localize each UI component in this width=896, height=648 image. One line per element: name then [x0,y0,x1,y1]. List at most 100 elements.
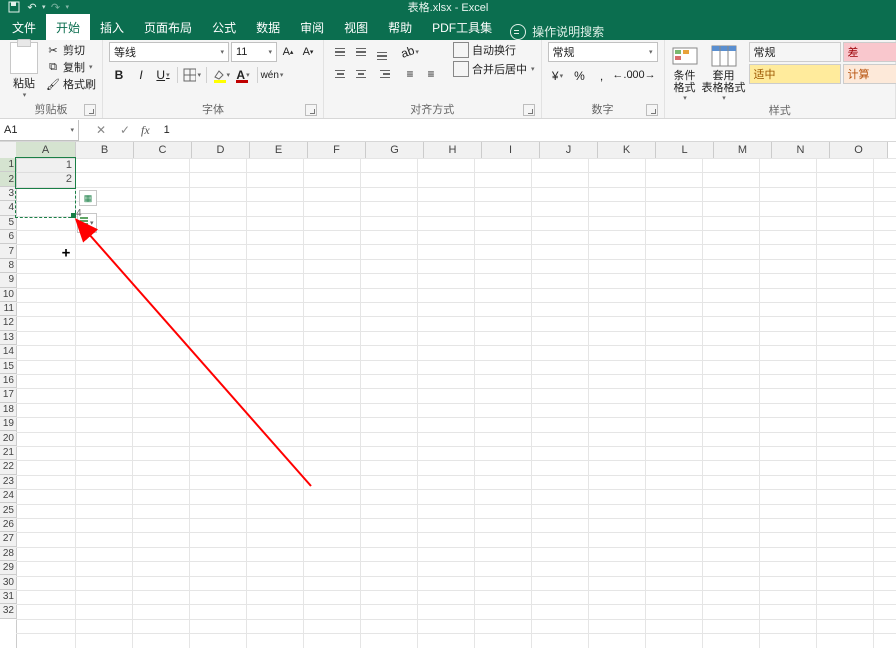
row-header-20[interactable]: 20 [0,431,16,445]
redo-icon[interactable]: ↷ [48,1,64,13]
tell-me[interactable]: 操作说明搜索 [510,23,604,40]
indent-decrease-button[interactable]: ≡ [400,64,420,84]
row-header-13[interactable]: 13 [0,331,16,345]
indent-increase-button[interactable]: ≡ [421,64,441,84]
align-center-button[interactable] [351,64,371,84]
format-painter-button[interactable]: 🖌格式刷 [46,76,96,92]
enter-formula-icon[interactable]: ✓ [117,122,133,138]
col-header-e[interactable]: E [250,142,308,158]
cut-button[interactable]: ✂剪切 [46,42,96,58]
row-header-12[interactable]: 12 [0,316,16,330]
col-header-c[interactable]: C [134,142,192,158]
cell-styles-gallery[interactable]: 常规 差 适中 计算 ▾ [749,42,896,84]
row-header-9[interactable]: 9 [0,273,16,287]
row-header-23[interactable]: 23 [0,475,16,489]
tab-review[interactable]: 审阅 [290,14,334,40]
row-header-21[interactable]: 21 [0,446,16,460]
row-header-10[interactable]: 10 [0,288,16,302]
copy-button[interactable]: ⧉复制▾ [46,59,96,75]
underline-button[interactable]: U▾ [153,65,173,85]
row-header-16[interactable]: 16 [0,374,16,388]
align-bottom-button[interactable] [372,42,392,62]
percent-button[interactable]: % [570,66,590,86]
row-header-26[interactable]: 26 [0,518,16,532]
italic-button[interactable]: I [131,65,151,85]
chevron-down-icon[interactable]: ▾ [531,65,535,73]
align-middle-button[interactable] [351,42,371,62]
col-header-g[interactable]: G [366,142,424,158]
bold-button[interactable]: B [109,65,129,85]
row-header-1[interactable]: 1 [0,158,16,172]
column-headers[interactable]: ABCDEFGHIJKLMNO [16,142,896,159]
row-header-6[interactable]: 6 [0,230,16,244]
grow-font-button[interactable]: A▴ [279,43,297,61]
tab-pdf[interactable]: PDF工具集 [422,14,502,40]
style-good[interactable]: 适中 [749,64,841,84]
col-header-l[interactable]: L [656,142,714,158]
tab-home[interactable]: 开始 [46,14,90,40]
style-calc[interactable]: 计算 [843,64,896,84]
col-header-j[interactable]: J [540,142,598,158]
row-header-28[interactable]: 28 [0,547,16,561]
row-header-32[interactable]: 32 [0,604,16,618]
col-header-b[interactable]: B [76,142,134,158]
font-name-select[interactable]: 等线▾ [109,42,229,62]
row-header-22[interactable]: 22 [0,460,16,474]
row-header-29[interactable]: 29 [0,561,16,575]
undo-dropdown-icon[interactable]: ▾ [42,3,46,11]
col-header-k[interactable]: K [598,142,656,158]
wrap-text-button[interactable]: 自动换行 [453,42,535,58]
format-as-table-button[interactable]: 套用 表格格式▾ [703,42,745,102]
align-top-button[interactable] [330,42,350,62]
conditional-formatting-button[interactable]: 条件格式▾ [671,42,699,102]
font-color-button[interactable]: A▾ [233,65,253,85]
row-headers[interactable]: 1234567891011121314151617181920212223242… [0,158,17,648]
col-header-h[interactable]: H [424,142,482,158]
row-header-14[interactable]: 14 [0,345,16,359]
row-header-18[interactable]: 18 [0,403,16,417]
clipboard-launcher-icon[interactable] [84,104,96,116]
cell-area[interactable]: 1 2 ▦ ▾ 4 + [16,158,896,648]
borders-button[interactable]: ▾ [182,65,202,85]
cancel-formula-icon[interactable]: ✕ [93,122,109,138]
row-header-25[interactable]: 25 [0,503,16,517]
row-header-27[interactable]: 27 [0,532,16,546]
font-size-select[interactable]: 11▾ [231,42,277,62]
fill-color-button[interactable]: ▾ [211,65,231,85]
row-header-3[interactable]: 3 [0,187,16,201]
orientation-button[interactable]: ab▾ [400,42,420,62]
row-header-7[interactable]: 7 [0,244,16,258]
tab-data[interactable]: 数据 [246,14,290,40]
merge-center-button[interactable]: 合并后居中▾ [453,61,535,77]
comma-button[interactable]: , [592,66,612,86]
fx-icon[interactable]: fx [141,123,150,138]
alignment-launcher-icon[interactable] [523,104,535,116]
style-bad[interactable]: 差 [843,42,896,62]
font-launcher-icon[interactable] [305,104,317,116]
col-header-o[interactable]: O [830,142,888,158]
row-header-19[interactable]: 19 [0,417,16,431]
shrink-font-button[interactable]: A▾ [299,43,317,61]
save-icon[interactable] [6,1,22,13]
row-header-24[interactable]: 24 [0,489,16,503]
quick-analysis-button[interactable]: ▦ [79,190,97,206]
tab-layout[interactable]: 页面布局 [134,14,202,40]
col-header-i[interactable]: I [482,142,540,158]
undo-icon[interactable]: ↶ [24,1,40,13]
row-header-15[interactable]: 15 [0,359,16,373]
col-header-d[interactable]: D [192,142,250,158]
paste-dropdown-icon[interactable]: ▾ [23,91,27,99]
row-header-5[interactable]: 5 [0,216,16,230]
copy-dropdown-icon[interactable]: ▾ [89,63,93,71]
col-header-f[interactable]: F [308,142,366,158]
row-header-11[interactable]: 11 [0,302,16,316]
row-header-31[interactable]: 31 [0,590,16,604]
number-format-select[interactable]: 常规▾ [548,42,658,62]
row-header-8[interactable]: 8 [0,259,16,273]
formula-input[interactable]: 1 [164,124,170,136]
tab-view[interactable]: 视图 [334,14,378,40]
tab-help[interactable]: 帮助 [378,14,422,40]
row-header-17[interactable]: 17 [0,388,16,402]
paste-button[interactable]: 粘贴 ▾ [6,42,42,99]
col-header-m[interactable]: M [714,142,772,158]
